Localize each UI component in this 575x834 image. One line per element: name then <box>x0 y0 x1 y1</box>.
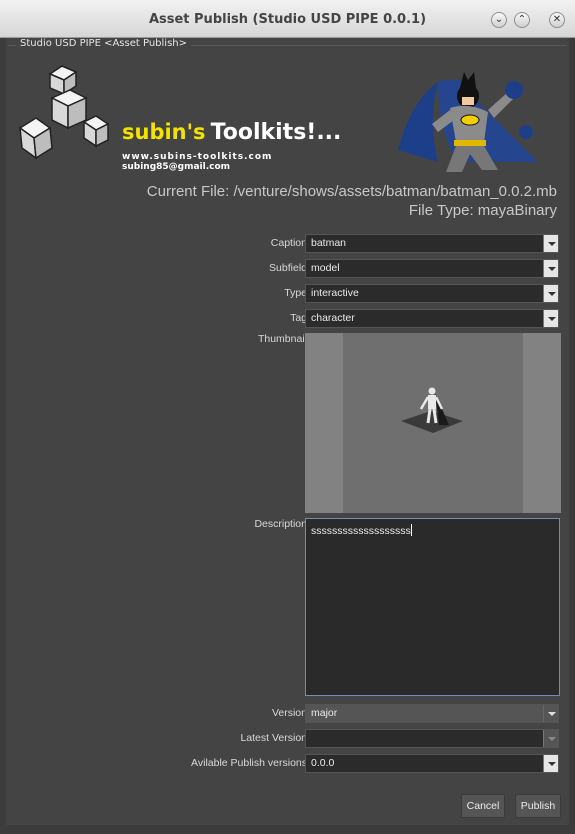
latest-version-combo[interactable] <box>305 729 559 748</box>
thumbnail-button[interactable] <box>305 333 561 513</box>
chevron-down-icon[interactable] <box>543 260 558 277</box>
caption-combo[interactable]: batman <box>305 234 559 253</box>
thumbnail-preview <box>343 333 523 513</box>
description-text: sssssssssssssssssss <box>311 525 411 537</box>
window-title: Asset Publish (Studio USD PIPE 0.0.1) <box>148 12 427 27</box>
brand-website: www.subins-toolkits.com <box>122 152 273 162</box>
chevron-down-icon[interactable] <box>543 310 558 327</box>
file-type: File Type: mayaBinary <box>408 202 557 219</box>
publish-versions-value: 0.0.0 <box>311 757 335 769</box>
chevron-down-icon[interactable] <box>543 730 558 747</box>
publish-versions-label: Avilable Publish versions <box>191 757 307 769</box>
version-combo[interactable]: major <box>305 704 559 723</box>
brand-name-second: Toolkits!... <box>210 120 342 145</box>
minimize-icon[interactable]: ⌄ <box>491 12 507 28</box>
tag-value: character <box>311 312 355 324</box>
subfield-combo[interactable]: model <box>305 259 559 278</box>
file-info: Current File: /venture/shows/assets/batm… <box>147 182 557 220</box>
character-model-image <box>401 387 463 433</box>
type-label: Type <box>284 287 307 299</box>
thumbnail-label: Thumbnail <box>257 333 307 345</box>
latest-version-label: Latest Version <box>240 732 307 744</box>
text-cursor <box>410 524 412 536</box>
batman-image <box>398 72 538 172</box>
brand-block: subin's Toolkits!... www.subins-toolkits… <box>122 120 342 172</box>
type-combo[interactable]: interactive <box>305 284 559 303</box>
caption-value: batman <box>311 237 347 249</box>
cubes-logo-icon <box>18 65 110 160</box>
chevron-down-icon[interactable] <box>543 235 558 252</box>
chevron-down-icon[interactable] <box>543 705 558 722</box>
description-textarea[interactable]: sssssssssssssssssss <box>305 518 560 696</box>
title-bar: Asset Publish (Studio USD PIPE 0.0.1) ⌄ … <box>0 0 575 38</box>
maximize-icon[interactable]: ⌃ <box>514 12 530 28</box>
description-label: Description <box>254 518 307 530</box>
banner: subin's Toolkits!... www.subins-toolkits… <box>18 56 548 180</box>
version-label: Version <box>271 707 307 719</box>
current-file-path: Current File: /venture/shows/assets/batm… <box>146 183 557 200</box>
subfield-label: Subfield <box>269 262 307 274</box>
subfield-value: model <box>311 262 340 274</box>
panel-title: Studio USD PIPE <Asset Publish> <box>16 38 191 50</box>
caption-label: Caption <box>270 237 307 249</box>
publish-button[interactable]: Publish <box>515 794 561 818</box>
brand-email: subing85@gmail.com <box>122 162 231 172</box>
chevron-down-icon[interactable] <box>543 285 558 302</box>
tag-combo[interactable]: character <box>305 309 559 328</box>
publish-versions-combo[interactable]: 0.0.0 <box>305 754 559 773</box>
cancel-button[interactable]: Cancel <box>461 794 505 818</box>
close-icon[interactable]: ✕ <box>549 12 565 28</box>
version-value: major <box>311 707 338 719</box>
type-value: interactive <box>311 287 359 299</box>
main-window: Studio USD PIPE <Asset Publish> subin's … <box>6 38 569 825</box>
brand-name-first: subin's <box>122 120 206 144</box>
chevron-down-icon[interactable] <box>543 755 558 772</box>
